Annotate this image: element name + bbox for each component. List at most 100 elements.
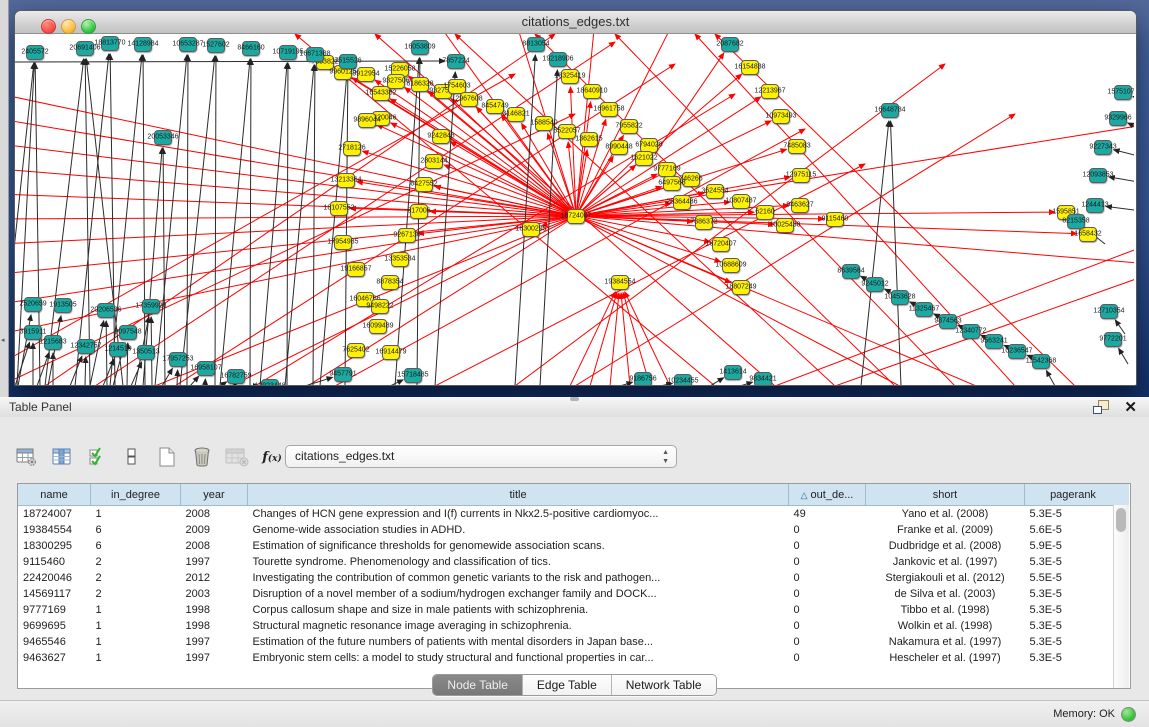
graph-node[interactable] — [881, 103, 899, 118]
graph-node[interactable] — [695, 215, 713, 230]
table-cell[interactable]: 1998 — [181, 602, 248, 618]
table-cell[interactable]: 1997 — [181, 554, 248, 570]
graph-node[interactable] — [337, 173, 355, 188]
table-cell[interactable]: 5.5E-5 — [1025, 570, 1122, 586]
graph-node[interactable] — [372, 86, 390, 101]
function-builder-icon[interactable]: f(x) — [259, 444, 285, 470]
tab-network-table[interactable]: Network Table — [611, 675, 716, 695]
graph-node[interactable] — [792, 168, 810, 183]
graph-node[interactable] — [866, 277, 884, 292]
window-titlebar[interactable]: citations_edges.txt — [15, 11, 1136, 34]
delete-table-icon[interactable] — [224, 444, 250, 470]
column-header-pagerank[interactable]: pagerank — [1025, 484, 1122, 506]
graph-node[interactable] — [741, 60, 759, 75]
column-visibility-icon[interactable] — [49, 444, 75, 470]
table-cell[interactable]: 1 — [91, 602, 181, 618]
graph-node[interactable] — [732, 280, 750, 295]
table-row[interactable]: 911546021997Tourette syndrome. Phenomeno… — [18, 554, 1122, 570]
graph-node[interactable] — [411, 40, 429, 55]
graph-node[interactable] — [77, 339, 95, 354]
table-cell[interactable]: 0 — [789, 634, 866, 650]
table-row[interactable]: 1938455462009Genome-wide association stu… — [18, 522, 1122, 538]
graph-node[interactable] — [261, 379, 279, 385]
tab-node-table[interactable]: Node Table — [433, 675, 522, 695]
graph-node[interactable] — [1067, 214, 1085, 229]
table-cell[interactable]: Estimation of the future numbers of pati… — [248, 634, 789, 650]
graph-node[interactable] — [334, 367, 352, 382]
table-cell[interactable]: Structural magnetic resonance image aver… — [248, 618, 789, 634]
graph-node[interactable] — [682, 172, 700, 187]
table-cell[interactable]: 5.3E-5 — [1025, 634, 1122, 650]
graph-node[interactable] — [76, 41, 94, 56]
graph-node[interactable] — [410, 204, 428, 219]
column-select-icon[interactable] — [84, 444, 110, 470]
table-cell[interactable]: 19384554 — [18, 522, 91, 538]
table-cell[interactable]: Disruption of a novel member of a sodium… — [248, 586, 789, 602]
graph-node[interactable] — [381, 275, 399, 290]
table-cell[interactable]: 1 — [91, 650, 181, 666]
table-cell[interactable]: Tibbo et al. (1998) — [866, 602, 1025, 618]
table-cell[interactable]: 0 — [789, 602, 866, 618]
table-cell[interactable]: 49 — [789, 506, 866, 523]
graph-node[interactable] — [561, 69, 579, 84]
table-cell[interactable]: 0 — [789, 522, 866, 538]
graph-node[interactable] — [382, 345, 400, 360]
graph-node[interactable] — [371, 299, 389, 314]
column-header-name[interactable]: name — [18, 484, 91, 506]
table-cell[interactable]: Franke et al. (2009) — [866, 522, 1025, 538]
graph-node[interactable] — [558, 124, 576, 139]
table-cell[interactable]: 0 — [789, 538, 866, 554]
table-cell[interactable]: 1997 — [181, 650, 248, 666]
graph-node[interactable] — [179, 37, 197, 52]
graph-node[interactable] — [712, 237, 730, 252]
table-cell[interactable]: 9777169 — [18, 602, 91, 618]
graph-node[interactable] — [535, 116, 553, 131]
table-cell[interactable]: 2009 — [181, 522, 248, 538]
table-cell[interactable]: Yano et al. (2008) — [866, 506, 1025, 523]
graph-node[interactable] — [154, 130, 172, 145]
graph-node[interactable] — [169, 352, 187, 367]
graph-node[interactable] — [134, 37, 152, 52]
table-cell[interactable]: 6 — [91, 538, 181, 554]
graph-node[interactable] — [1094, 140, 1112, 155]
graph-node[interactable] — [207, 38, 225, 53]
graph-node[interactable] — [404, 368, 422, 383]
column-header-short[interactable]: short — [866, 484, 1025, 506]
close-panel-icon[interactable]: ✕ — [1124, 398, 1137, 416]
table-cell[interactable]: 2003 — [181, 586, 248, 602]
graph-node[interactable] — [24, 297, 42, 312]
graph-node[interactable] — [507, 107, 525, 122]
tab-edge-table[interactable]: Edge Table — [522, 675, 611, 695]
table-cell[interactable]: de Silva et al. (2003) — [866, 586, 1025, 602]
table-cell[interactable]: 2008 — [181, 538, 248, 554]
graph-node[interactable] — [1104, 332, 1122, 347]
graph-node[interactable] — [339, 54, 357, 69]
graph-node[interactable] — [1008, 344, 1026, 359]
graph-node[interactable] — [54, 298, 72, 313]
table-cell[interactable]: 9115460 — [18, 554, 91, 570]
table-cell[interactable]: 9699695 — [18, 618, 91, 634]
graph-node[interactable] — [1114, 85, 1132, 100]
graph-node[interactable] — [391, 252, 409, 267]
graph-node[interactable] — [398, 228, 416, 243]
graph-node[interactable] — [24, 325, 42, 340]
graph-node[interactable] — [242, 41, 260, 56]
graph-node[interactable] — [658, 162, 676, 177]
graph-node[interactable] — [142, 299, 160, 314]
graph-node[interactable] — [756, 205, 774, 220]
column-header-year[interactable]: year — [181, 484, 248, 506]
table-row[interactable]: 1456911722003Disruption of a novel membe… — [18, 586, 1122, 602]
delete-column-icon[interactable] — [189, 444, 215, 470]
table-cell[interactable]: 1997 — [181, 634, 248, 650]
graph-node[interactable] — [915, 302, 933, 317]
table-cell[interactable]: 18724007 — [18, 506, 91, 523]
graph-node[interactable] — [600, 102, 618, 117]
table-cell[interactable]: 1998 — [181, 618, 248, 634]
graph-node[interactable] — [415, 177, 433, 192]
graph-node[interactable] — [776, 218, 794, 233]
row-view-icon[interactable] — [119, 444, 145, 470]
table-cell[interactable]: 0 — [789, 586, 866, 602]
graph-node[interactable] — [334, 235, 352, 250]
graph-node[interactable] — [447, 54, 465, 69]
graph-node[interactable] — [357, 67, 375, 82]
